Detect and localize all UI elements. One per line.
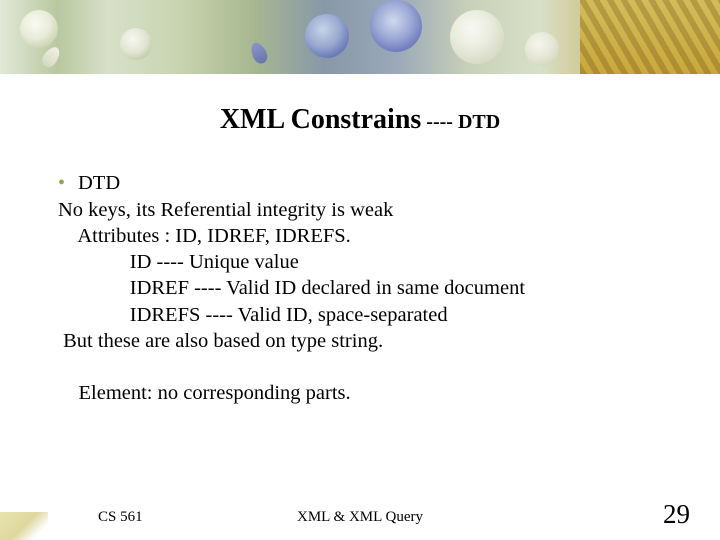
decorative-banner: [0, 0, 720, 74]
body-line: No keys, its Referential integrity is we…: [58, 197, 525, 223]
body-line: IDREFS ---- Valid ID, space-separated: [58, 302, 525, 328]
decorative-flower: [370, 0, 422, 52]
decorative-flower: [525, 32, 559, 66]
decorative-flower: [305, 14, 349, 58]
bullet-row: •DTD: [58, 170, 525, 197]
body-line: Element: no corresponding parts.: [58, 380, 525, 406]
body-line: IDREF ---- Valid ID declared in same doc…: [58, 275, 525, 301]
bullet-icon: •: [58, 171, 78, 197]
bullet-heading: DTD: [78, 172, 120, 194]
decorative-flower: [20, 10, 58, 48]
slide-footer: CS 561 XML & XML Query 29: [0, 498, 720, 526]
title-dashes: ----: [421, 111, 458, 133]
decorative-flower: [120, 28, 152, 60]
slide-title: XML Constrains ---- DTD: [0, 104, 720, 136]
body-line: But these are also based on type string.: [58, 328, 525, 354]
decorative-flower: [450, 10, 504, 64]
footer-center: XML & XML Query: [0, 509, 720, 526]
title-sub: DTD: [458, 111, 500, 133]
page-number: 29: [663, 499, 690, 530]
slide-body: •DTD No keys, its Referential integrity …: [58, 170, 525, 406]
slide-content: XML Constrains ---- DTD •DTD No keys, it…: [0, 74, 720, 540]
decorative-petal: [39, 44, 63, 70]
body-line: Attributes : ID, IDREF, IDREFS.: [58, 223, 525, 249]
body-line: ID ---- Unique value: [58, 249, 525, 275]
title-main: XML Constrains: [220, 104, 421, 135]
decorative-leaves: [580, 0, 720, 74]
decorative-petal: [248, 40, 270, 66]
